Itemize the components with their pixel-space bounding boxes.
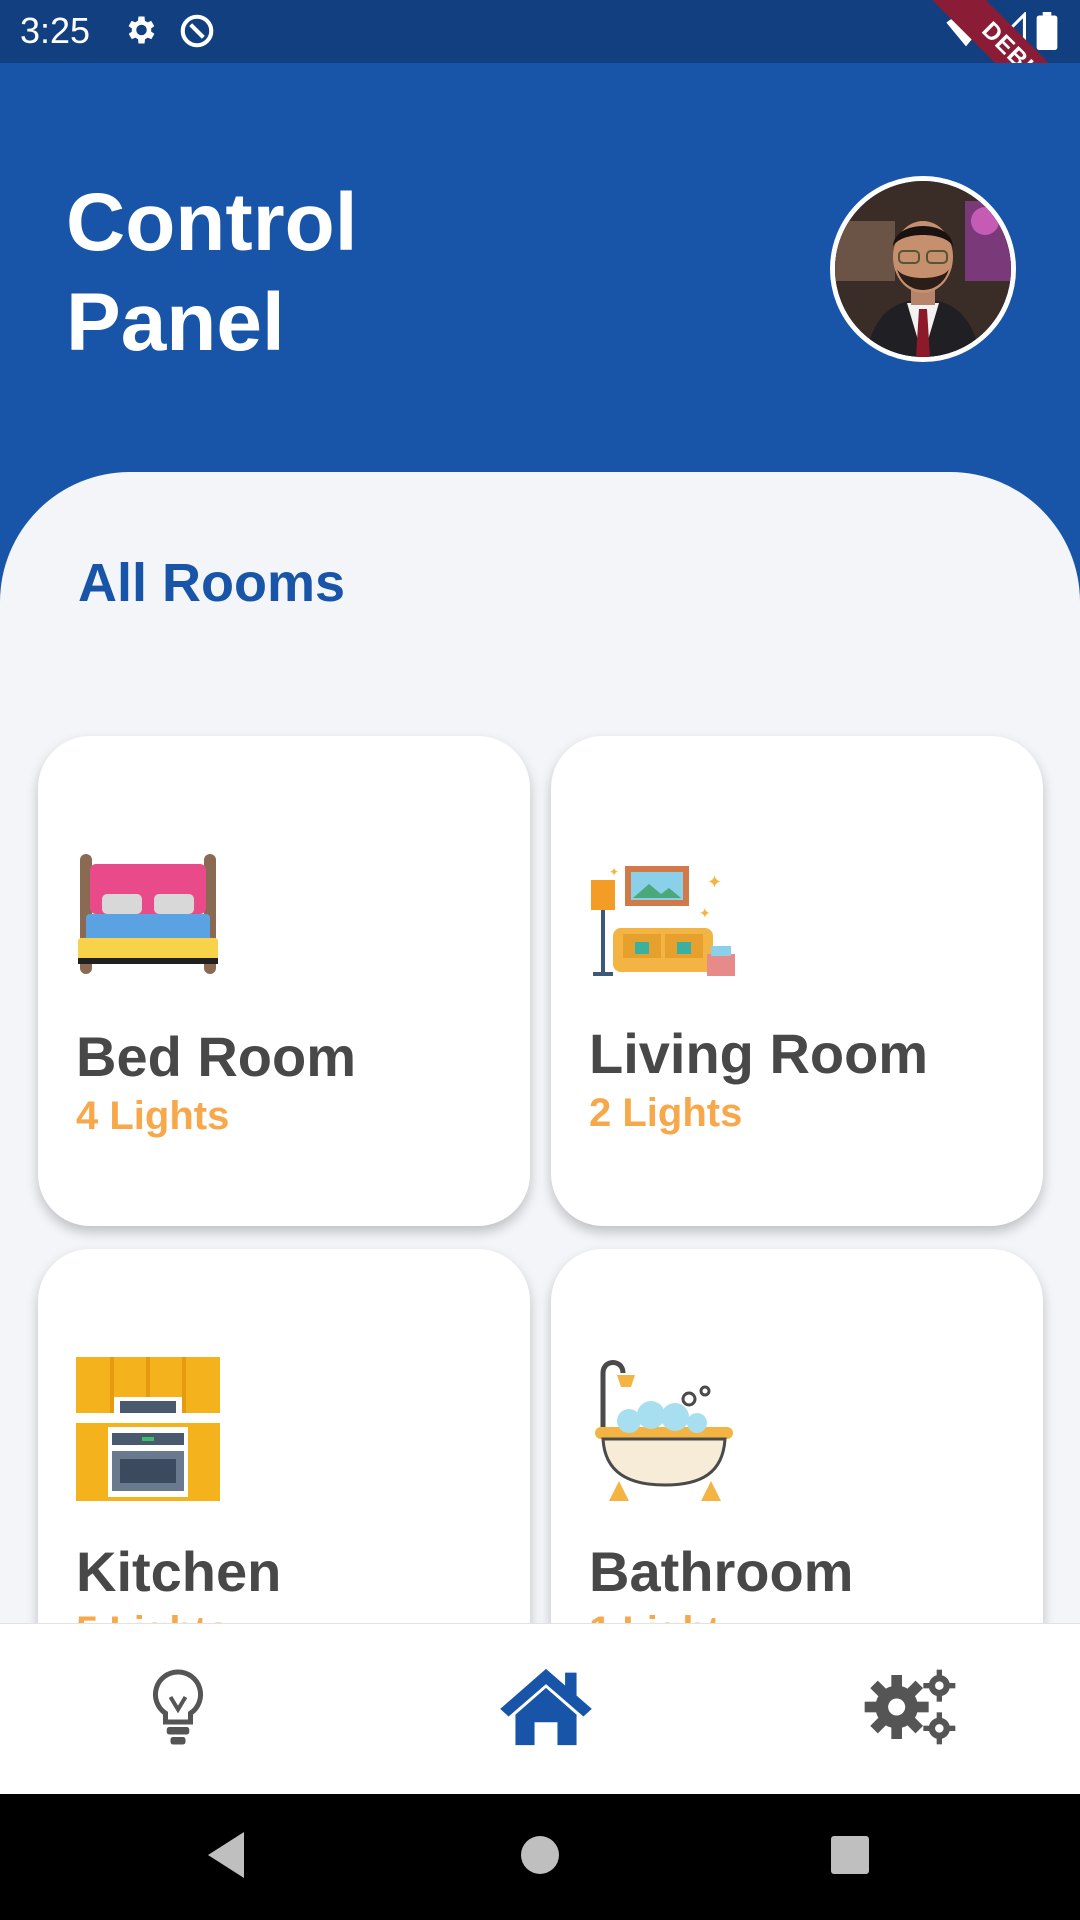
- room-card-living-room[interactable]: ✦ ✦ ✦ Living Room 2 Lights: [551, 736, 1043, 1226]
- status-time: 3:25: [20, 10, 91, 51]
- room-name: Bathroom: [589, 1540, 854, 1603]
- gear-icon: [122, 12, 158, 53]
- room-card-kitchen[interactable]: Kitchen 5 Lights: [38, 1249, 530, 1632]
- bottom-navigation: [0, 1623, 1080, 1795]
- room-lights-count: 4 Lights: [76, 1094, 230, 1138]
- room-name: Bed Room: [76, 1025, 356, 1088]
- bathtub-icon: [589, 1353, 739, 1508]
- avatar[interactable]: [830, 176, 1016, 362]
- sofa-icon: ✦ ✦ ✦: [589, 862, 739, 987]
- back-icon[interactable]: [204, 1830, 248, 1885]
- system-navigation-bar: [0, 1794, 1080, 1920]
- room-card-bathroom[interactable]: Bathroom 1 Light: [551, 1249, 1043, 1632]
- bed-icon: [76, 854, 220, 983]
- page-title: Control Panel: [66, 177, 358, 368]
- lightbulb-icon: [148, 1667, 208, 1752]
- svg-text:✦: ✦: [609, 865, 619, 879]
- battery-icon: [1036, 12, 1058, 55]
- room-lights-count: 2 Lights: [589, 1091, 743, 1135]
- nav-lights[interactable]: [118, 1664, 238, 1754]
- home-circle-icon[interactable]: [520, 1830, 560, 1885]
- room-name: Kitchen: [76, 1540, 282, 1603]
- nav-home[interactable]: [486, 1664, 606, 1754]
- settings-icon: [862, 1667, 958, 1752]
- recents-icon[interactable]: [830, 1830, 872, 1885]
- rooms-panel: All Rooms Bed Room 4 Lights ✦ ✦ ✦ Living…: [0, 472, 1080, 1632]
- svg-text:✦: ✦: [699, 905, 711, 921]
- status-bar: 3:25 DEBUG: [0, 0, 1080, 158]
- section-title: All Rooms: [78, 553, 346, 613]
- data-saver-icon: [178, 12, 216, 55]
- header: Control Panel: [0, 63, 1080, 483]
- room-name: Living Room: [589, 1022, 929, 1085]
- nav-settings[interactable]: [850, 1664, 970, 1754]
- room-card-bedroom[interactable]: Bed Room 4 Lights: [38, 736, 530, 1226]
- svg-text:✦: ✦: [707, 872, 722, 892]
- home-icon: [493, 1665, 599, 1754]
- screen: 3:25 DEBUG Control Panel All Rooms Bed R…: [0, 0, 1080, 1920]
- kitchen-icon: [76, 1357, 220, 1506]
